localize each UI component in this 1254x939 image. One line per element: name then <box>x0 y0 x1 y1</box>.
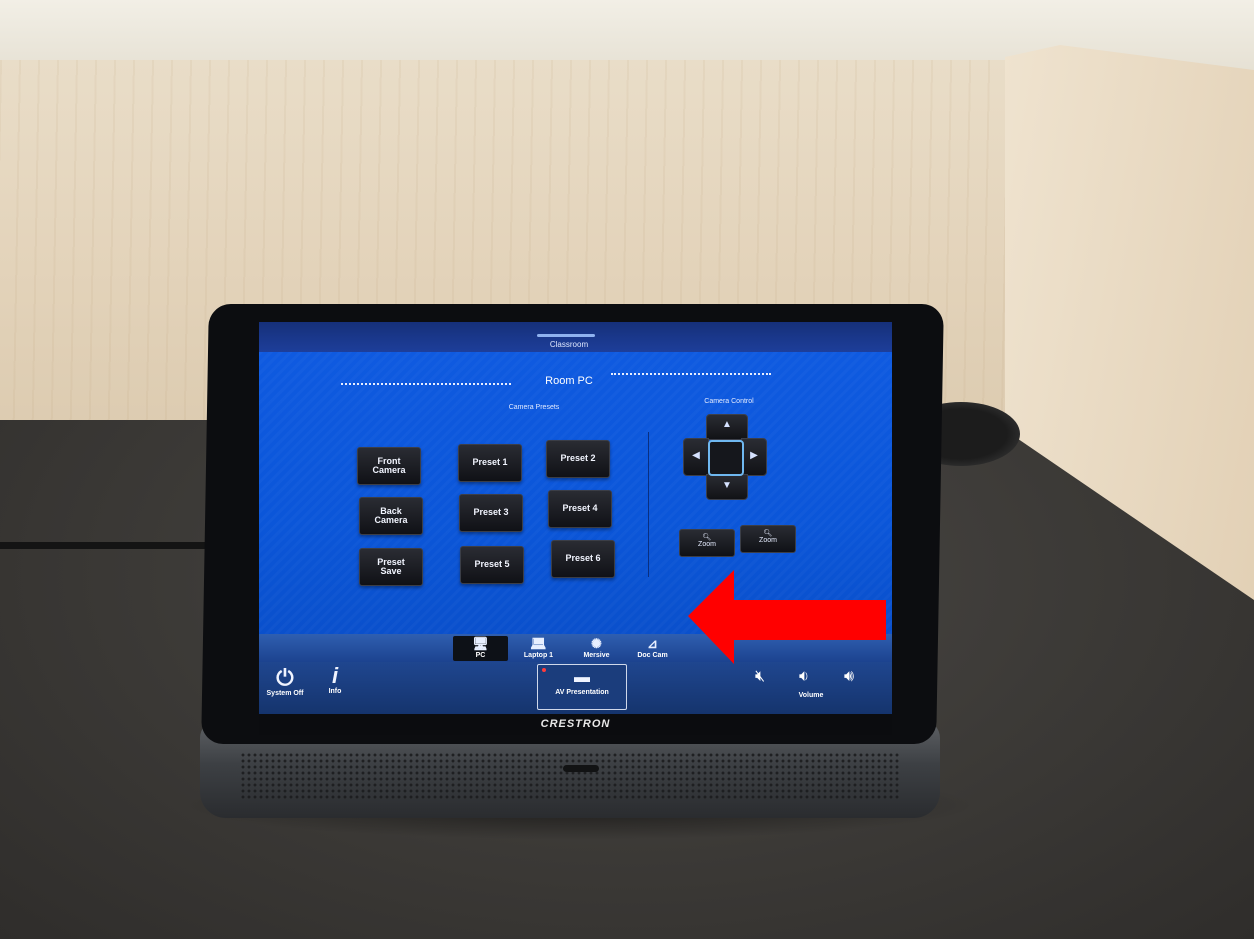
source-label: Laptop 1 <box>523 652 554 659</box>
title-divider-left <box>341 383 511 385</box>
mersive-icon: ✺ <box>591 636 602 651</box>
system-off-label: System Off <box>266 690 304 697</box>
source-mersive-button[interactable]: ✺ Mersive <box>569 636 624 659</box>
power-icon: ⏻ <box>276 665 294 690</box>
tilt-up-button[interactable]: ▲ <box>706 414 748 440</box>
preset-6-button[interactable]: Preset 6 <box>551 540 615 578</box>
speaker-grille <box>240 752 900 800</box>
back-camera-button[interactable]: Back Camera <box>359 497 423 535</box>
front-camera-button[interactable]: Front Camera <box>357 447 421 485</box>
top-bar: Classroom <box>259 322 892 352</box>
volume-up-button[interactable]: 🔊︎ <box>834 668 864 686</box>
volume-label: Volume <box>798 692 824 699</box>
power-cable <box>0 542 215 565</box>
zoom-in-label: Zoom <box>759 537 777 544</box>
page-tab-indicator <box>537 334 595 337</box>
av-presentation-label: AV Presentation <box>555 689 609 696</box>
pan-right-button[interactable]: ▶ <box>741 438 767 476</box>
av-presentation-button[interactable]: ▬ AV Presentation <box>537 664 627 710</box>
right-arrow-icon: ▶ <box>750 450 758 461</box>
down-arrow-icon: ▼ <box>722 480 732 491</box>
source-label: PC <box>475 652 486 659</box>
system-off-button[interactable]: ⏻ System Off <box>261 665 309 698</box>
av-presentation-inner: ▬ AV Presentation <box>538 667 626 696</box>
zoom-in-icon: 🔍︎ <box>763 530 773 537</box>
red-arrow-annotation <box>688 570 886 664</box>
zoom-out-label: Zoom <box>698 541 716 548</box>
volume-up-icon: 🔊︎ <box>843 668 855 685</box>
info-icon: i <box>331 663 339 688</box>
source-doc-cam-button[interactable]: ⊿ Doc Cam <box>625 636 680 659</box>
desktop-pc-icon: 🖥︎ <box>472 636 489 651</box>
camera-home-button[interactable] <box>708 440 744 476</box>
source-label: Doc Cam <box>637 652 668 659</box>
preset-4-button[interactable]: Preset 4 <box>548 490 612 528</box>
preset-1-button[interactable]: Preset 1 <box>458 444 522 482</box>
dock-slot <box>563 765 599 772</box>
zoom-out-icon: 🔍︎ <box>702 534 712 541</box>
volume-down-button[interactable]: 🔉︎ <box>789 668 819 686</box>
source-pc-button[interactable]: 🖥︎ PC <box>453 636 508 661</box>
crestron-logo: CRESTRON <box>259 714 892 735</box>
bottom-bar: ⏻ System Off i Info ▬ AV Presentation 🔇︎… <box>259 662 892 714</box>
source-label: Mersive <box>583 652 610 659</box>
zoom-in-button[interactable]: 🔍︎ Zoom <box>740 525 796 553</box>
speaker-mute-icon: 🔇︎ <box>754 668 766 685</box>
touch-screen: Classroom Room PC Camera Presets Camera … <box>259 322 892 735</box>
section-divider <box>648 432 649 577</box>
pan-left-button[interactable]: ◀ <box>683 438 709 476</box>
preset-2-button[interactable]: Preset 2 <box>546 440 610 478</box>
page-title: Room PC <box>545 375 593 387</box>
projector-icon: ▬ <box>574 669 590 686</box>
camera-control-label: Camera Control <box>704 398 754 405</box>
tab-classroom[interactable]: Classroom <box>519 340 619 349</box>
source-laptop-button[interactable]: 💻︎ Laptop 1 <box>511 636 566 659</box>
preset-save-button[interactable]: Preset Save <box>359 548 423 586</box>
info-label: Info <box>328 688 342 695</box>
volume-down-icon: 🔉︎ <box>798 668 810 685</box>
left-arrow-icon: ◀ <box>692 450 700 461</box>
mute-button[interactable]: 🔇︎ <box>747 668 773 686</box>
title-divider-right <box>611 373 771 375</box>
up-arrow-icon: ▲ <box>722 419 732 430</box>
camera-presets-label: Camera Presets <box>508 404 560 411</box>
document-camera-icon: ⊿ <box>647 636 658 651</box>
info-button[interactable]: i Info <box>315 663 355 696</box>
preset-3-button[interactable]: Preset 3 <box>459 494 523 532</box>
tilt-down-button[interactable]: ▼ <box>706 474 748 500</box>
zoom-out-button[interactable]: 🔍︎ Zoom <box>679 529 735 557</box>
laptop-icon: 💻︎ <box>530 636 547 651</box>
preset-5-button[interactable]: Preset 5 <box>460 546 524 584</box>
arrow-shape <box>688 570 886 664</box>
